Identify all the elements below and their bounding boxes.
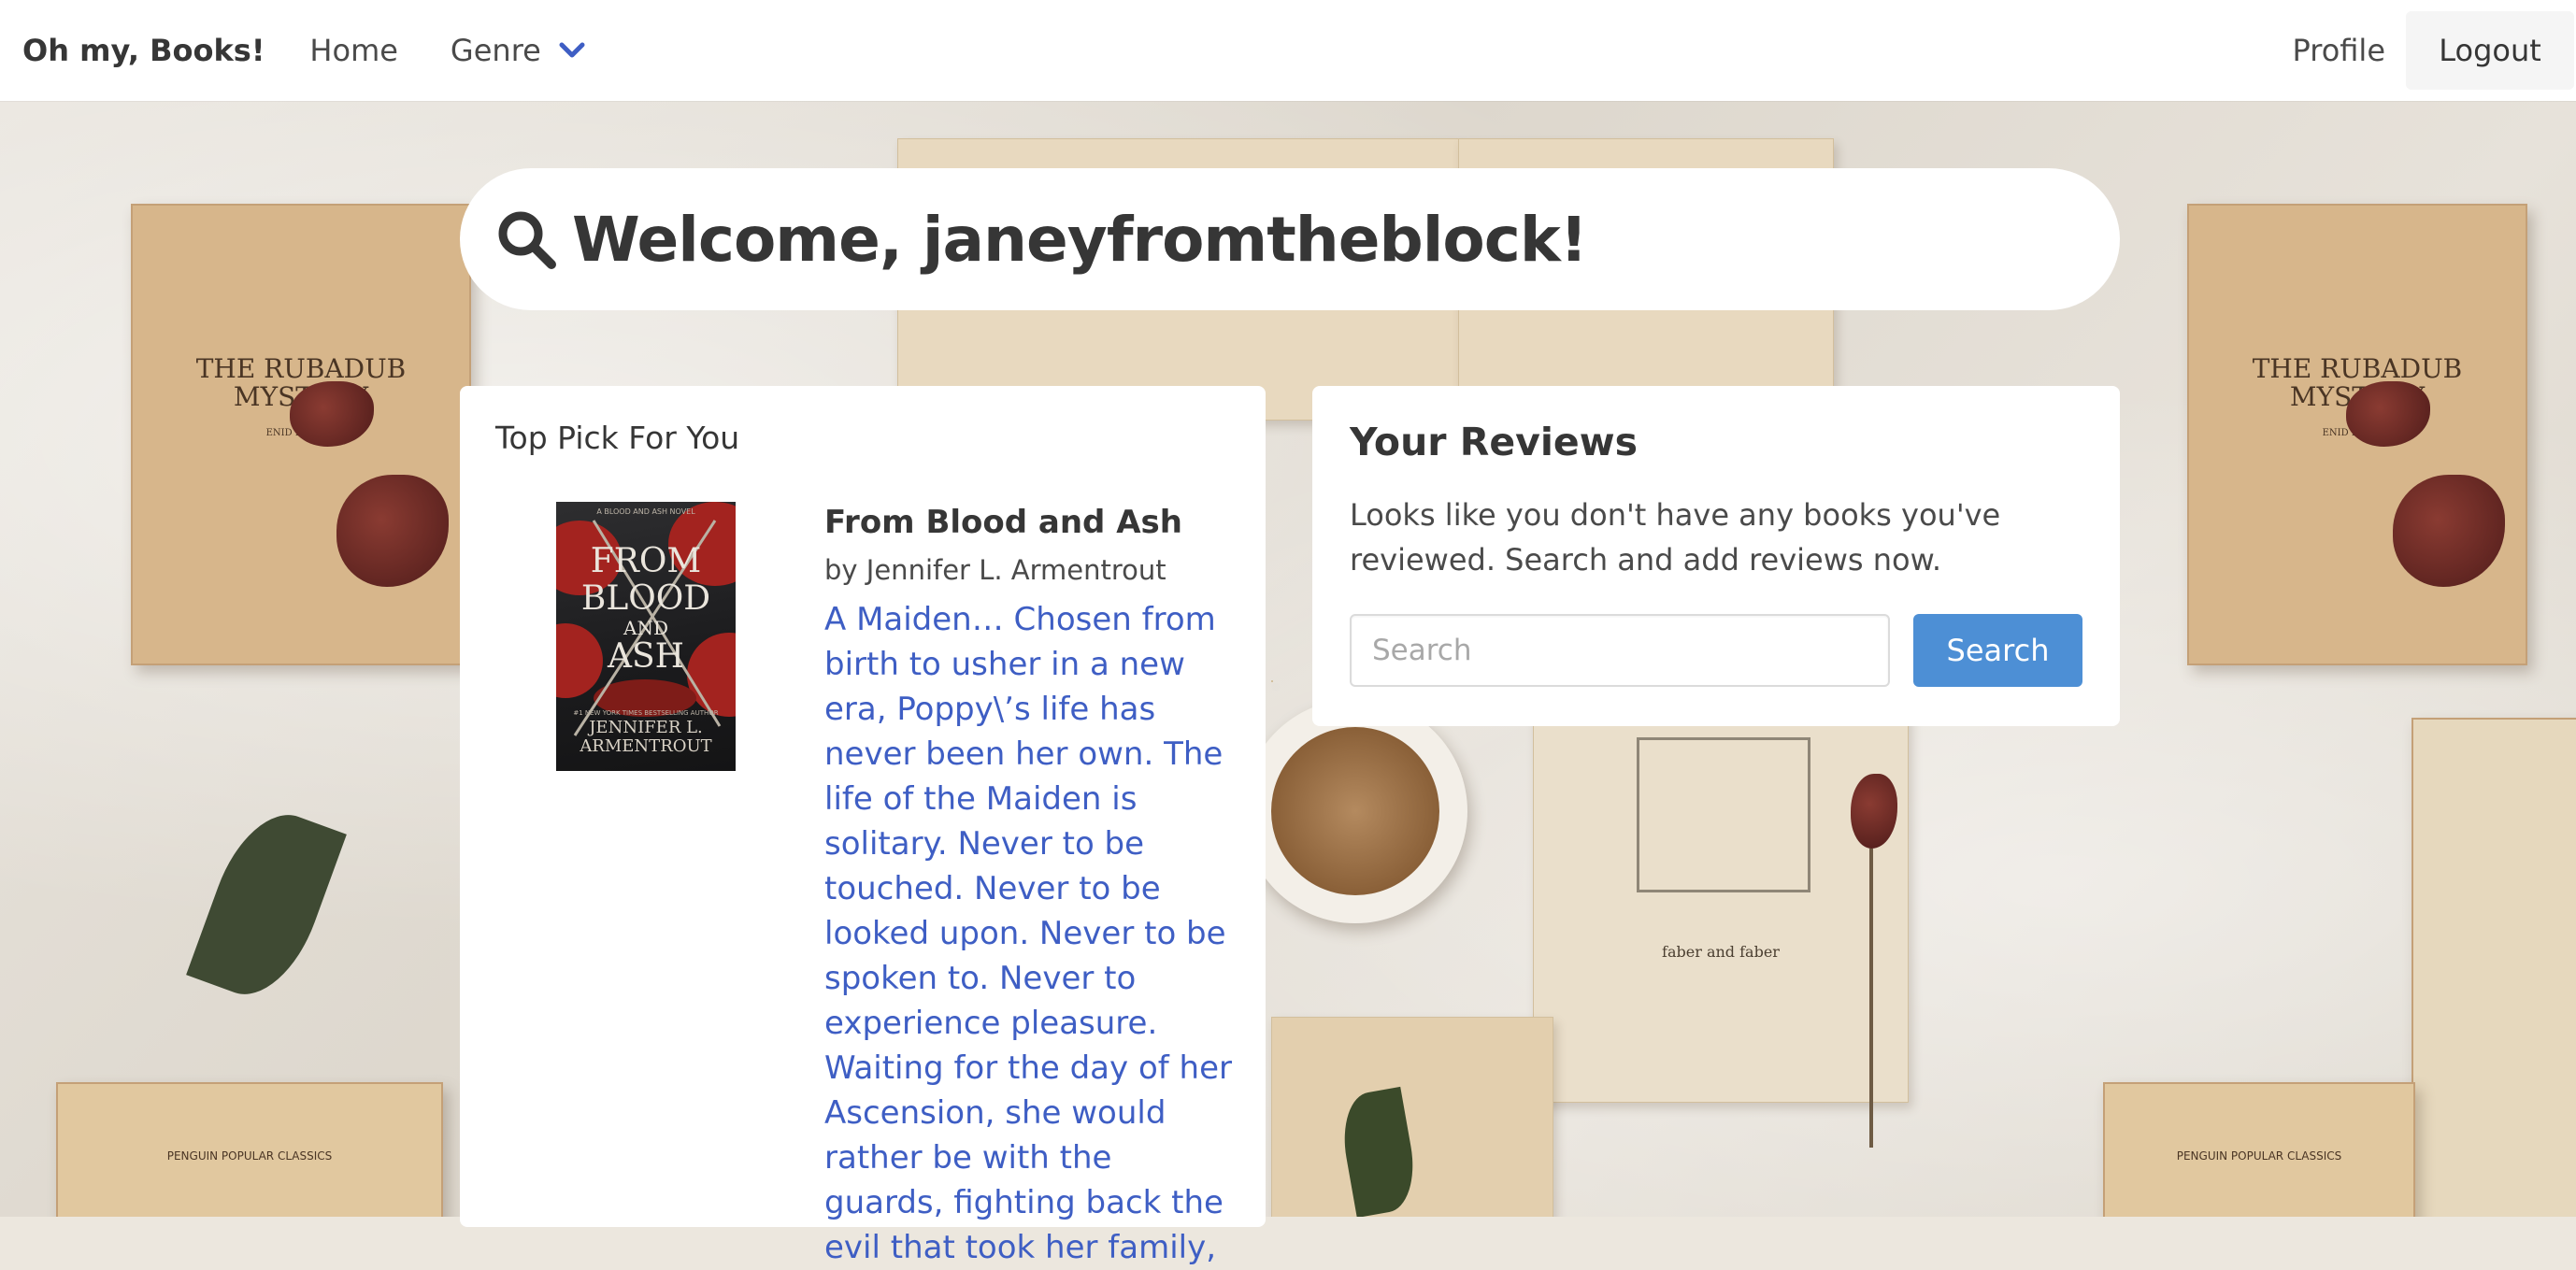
cover-title-line: ASH [608,637,684,676]
book-title-link[interactable]: From Blood and Ash [824,504,1182,541]
nav-profile-link[interactable]: Profile [2293,33,2386,68]
background-book-right-edge [2411,718,2576,1217]
background-book-label: PENGUIN POPULAR CLASSICS [58,1149,441,1163]
leaf-decoration [186,799,347,1010]
cover-title-line: BLOOD [581,579,710,618]
reviews-empty-message: Looks like you don't have any books you'… [1350,492,2079,582]
logout-button[interactable]: Logout [2406,11,2574,90]
cover-tagline: #1 NEW YORK TIMES BESTSELLING AUTHOR [556,709,736,717]
nav-genre-dropdown[interactable]: Genre [451,33,586,68]
top-pick-card: Top Pick For You A BLOOD AND ASH NOVEL F… [460,386,1266,1227]
coffee-cup-decoration [1243,699,1467,923]
navbar-right-group: Profile Logout [2293,0,2576,101]
top-pick-heading: Top Pick For You [495,420,739,456]
cover-title-line: FROM [591,542,701,580]
cover-author: JENNIFER L. ARMENTROUT [556,719,736,756]
cover-author-line: ARMENTROUT [580,736,711,756]
top-navbar: Oh my, Books! Home Genre Profile Logout [0,0,2576,101]
book-author: by Jennifer L. Armentrout [824,554,1166,586]
background-book-title-line: THE RUBADUB [196,353,407,384]
background-book-title-line: THE RUBADUB [2253,353,2463,384]
chevron-down-icon [558,40,586,61]
background-book-label: faber and faber [1534,943,1908,961]
cover-title-line: AND [556,618,736,638]
welcome-banner: Welcome, janeyfromtheblock! [460,168,2120,310]
background-book-penguin-right: PENGUIN POPULAR CLASSICS [2103,1082,2415,1217]
cover-author-line: JENNIFER L. [589,718,703,737]
background-book-label: PENGUIN POPULAR CLASSICS [2105,1149,2413,1163]
welcome-heading: Welcome, janeyfromtheblock! [572,204,1587,276]
nav-home-link[interactable]: Home [309,33,398,68]
review-search-input[interactable] [1350,614,1890,687]
cover-series-label: A BLOOD AND ASH NOVEL [556,507,736,516]
cover-title: FROM BLOOD AND ASH [556,543,736,676]
your-reviews-card: Your Reviews Looks like you don't have a… [1312,386,2120,726]
reviews-heading: Your Reviews [1350,420,1638,464]
dried-flower-stem [1869,849,1873,1148]
background-book-handwritten [1271,1017,1553,1217]
brand-logo-link[interactable]: Oh my, Books! [22,33,265,68]
review-search-button[interactable]: Search [1913,614,2082,687]
background-book-faber: faber and faber [1533,708,1909,1103]
background-spacer [1271,680,1273,682]
book-cover-image[interactable]: A BLOOD AND ASH NOVEL FROM BLOOD AND ASH… [556,502,736,771]
background-book-penguin-left: PENGUIN POPULAR CLASSICS [56,1082,443,1217]
search-icon [495,208,557,270]
nav-genre-label: Genre [451,33,541,68]
book-description: A Maiden… Chosen from birth to usher in … [824,597,1238,1270]
